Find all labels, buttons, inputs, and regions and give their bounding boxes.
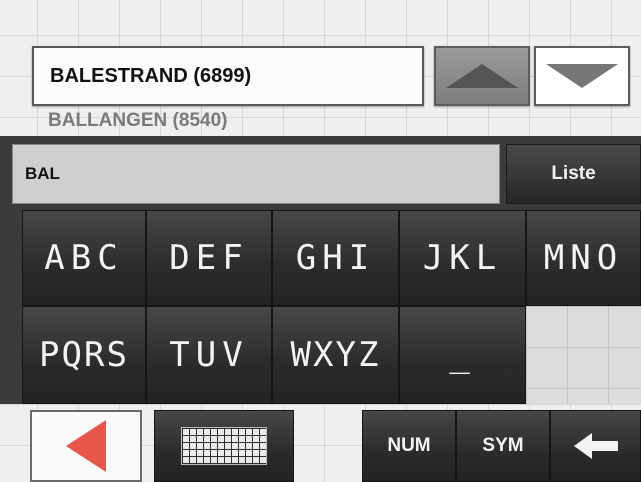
triangle-up-icon	[446, 64, 518, 88]
arrow-left-icon	[573, 433, 618, 459]
next-suggestion[interactable]: BALLANGEN (8540)	[48, 106, 428, 136]
list-button[interactable]: Liste	[506, 144, 641, 204]
key-mno-label: MNO	[543, 238, 624, 278]
current-suggestion-label: BALESTRAND (6899)	[50, 64, 252, 87]
key-abc[interactable]: ABC	[22, 210, 146, 306]
triangle-down-icon	[546, 64, 618, 88]
back-button[interactable]	[30, 410, 142, 482]
keyboard-empty-slot	[526, 306, 641, 404]
next-suggestion-label: BALLANGEN (8540)	[48, 110, 228, 131]
key-wxyz-label: WXYZ	[290, 335, 381, 375]
key-tuv[interactable]: TUV	[146, 306, 272, 404]
key-jkl-label: JKL	[422, 238, 503, 278]
scroll-down-button[interactable]	[534, 46, 630, 106]
key-def-label: DEF	[169, 238, 249, 278]
key-jkl[interactable]: JKL	[399, 210, 526, 306]
key-pqrs-label: PQRS	[39, 335, 129, 375]
triangle-left-icon	[66, 420, 106, 472]
scroll-up-button[interactable]	[434, 46, 530, 106]
key-wxyz[interactable]: WXYZ	[272, 306, 399, 404]
key-tuv-label: TUV	[169, 335, 249, 375]
current-suggestion[interactable]: BALESTRAND (6899)	[32, 46, 424, 106]
sym-button-label: SYM	[482, 435, 524, 456]
key-space-label: _	[449, 335, 476, 375]
key-ghi-label: GHI	[295, 238, 376, 278]
key-ghi[interactable]: GHI	[272, 210, 399, 306]
backspace-button[interactable]	[550, 410, 641, 482]
search-input-value: BAL	[25, 164, 60, 183]
key-pqrs[interactable]: PQRS	[22, 306, 146, 404]
key-abc-label: ABC	[44, 238, 124, 278]
key-def[interactable]: DEF	[146, 210, 272, 306]
key-mno[interactable]: MNO	[526, 210, 641, 306]
sym-button[interactable]: SYM	[456, 410, 550, 482]
num-button-label: NUM	[387, 435, 431, 456]
search-input[interactable]: BAL	[12, 144, 500, 204]
keyboard-grid-icon	[181, 427, 267, 465]
key-space[interactable]: _	[399, 306, 526, 404]
keyboard-layout-button[interactable]	[154, 410, 294, 482]
num-button[interactable]: NUM	[362, 410, 456, 482]
list-button-label: Liste	[551, 163, 596, 184]
